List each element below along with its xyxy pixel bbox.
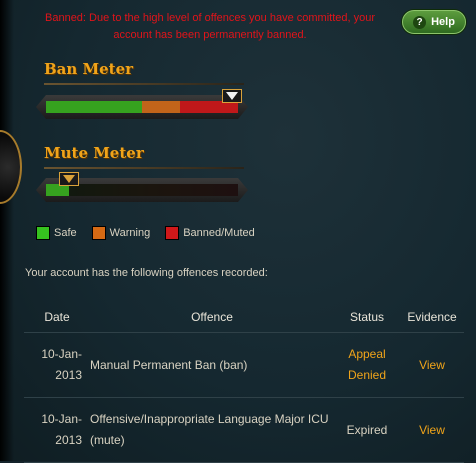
row-status-line2: Denied: [347, 368, 387, 382]
question-icon: ?: [413, 15, 427, 29]
legend-swatch-warning: [91, 226, 106, 240]
ban-meter-marker: [222, 89, 243, 109]
row-date-line1: 10-Jan-: [41, 412, 82, 426]
row-date: 10-Jan- 2013: [24, 397, 90, 463]
view-evidence-link[interactable]: View: [419, 423, 445, 437]
row-status: Expired: [334, 397, 400, 463]
header-evidence: Evidence: [400, 302, 464, 333]
view-evidence-link[interactable]: View: [419, 358, 445, 372]
ban-meter-safe-segment: [46, 101, 142, 113]
row-status: Appeal Denied: [334, 332, 400, 398]
ban-meter-track: [46, 101, 238, 113]
header-offence: Offence: [90, 302, 334, 333]
legend-label-safe: Safe: [54, 227, 77, 239]
mute-meter-marker: [59, 172, 80, 192]
left-edge-shadow: [0, 0, 14, 461]
legend-swatch-banned-muted: [165, 226, 180, 240]
help-button-label: Help: [431, 16, 455, 28]
header-date: Date: [24, 302, 90, 333]
offences-table: Date Offence Status Evidence 10-Jan- 201…: [24, 302, 464, 463]
legend-item-banned-muted: Banned/Muted: [165, 226, 255, 240]
offences-intro-text: Your account has the following offences …: [25, 267, 268, 279]
row-offence: Manual Permanent Ban (ban): [90, 332, 334, 398]
mute-meter-divider: [44, 167, 244, 169]
row-date: 10-Jan- 2013: [24, 332, 90, 398]
ban-meter: [36, 89, 248, 119]
offences-table-header: Date Offence Status Evidence: [24, 302, 464, 333]
row-date-line2: 2013: [55, 368, 82, 382]
ban-meter-divider: [44, 83, 244, 85]
row-status-line1: Expired: [346, 422, 388, 437]
legend-swatch-safe: [36, 226, 50, 240]
mute-meter-title: Mute Meter: [44, 144, 144, 162]
marker-arrow-icon: [226, 92, 239, 100]
header-status: Status: [334, 302, 400, 333]
legend-item-warning: Warning: [91, 226, 151, 240]
ban-message: Banned: Due to the high level of offence…: [45, 12, 375, 41]
table-row: 10-Jan- 2013 Manual Permanent Ban (ban) …: [24, 332, 464, 398]
row-offence: Offensive/Inappropriate Language Major I…: [90, 397, 334, 463]
row-date-line2: 2013: [55, 433, 82, 447]
mute-meter: [36, 172, 248, 202]
legend-label-banned-muted: Banned/Muted: [183, 227, 255, 239]
legend-label-warning: Warning: [109, 227, 151, 239]
row-date-line1: 10-Jan-: [41, 347, 82, 361]
table-row: 10-Jan- 2013 Offensive/Inappropriate Lan…: [24, 397, 464, 463]
meter-legend: Safe Warning Banned/Muted: [36, 226, 270, 240]
help-button[interactable]: ? Help: [402, 10, 466, 34]
marker-arrow-icon: [63, 175, 76, 183]
ban-meter-warning-segment: [142, 101, 181, 113]
ban-meter-title: Ban Meter: [44, 60, 134, 78]
row-status-line1: Appeal: [348, 347, 386, 361]
legend-item-safe: Safe: [36, 226, 77, 240]
